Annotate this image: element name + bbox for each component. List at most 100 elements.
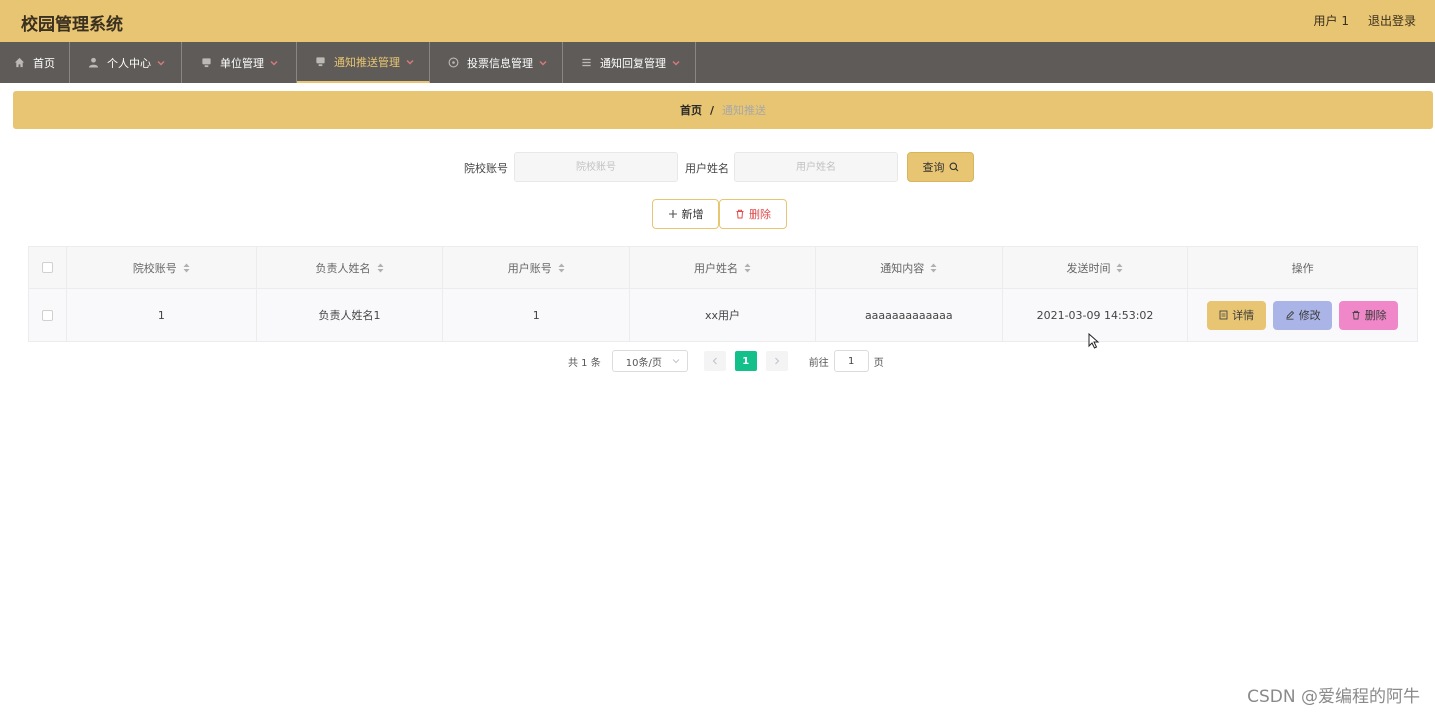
delete-button-label: 删除 (1364, 309, 1387, 322)
school-account-input[interactable] (514, 152, 678, 182)
nav-item-label: 通知推送管理 (334, 55, 400, 69)
chevron-down-icon (270, 60, 278, 66)
logout-link[interactable]: 退出登录 (1368, 12, 1416, 29)
nav-item-label: 首页 (33, 56, 55, 70)
search-icon (949, 162, 958, 172)
pagination-total: 共 1 条 (568, 357, 601, 369)
nav-item-label: 单位管理 (220, 56, 264, 70)
breadcrumb-current: 通知推送 (722, 104, 767, 117)
chevron-left-icon (712, 357, 717, 365)
trash-icon (1352, 310, 1360, 320)
user-name-input[interactable] (734, 152, 898, 182)
search-form: 院校账号 用户姓名 查询 (0, 152, 1435, 182)
nav-item-vote-info-management[interactable]: 投票信息管理 (430, 42, 563, 83)
monitor-icon (316, 57, 325, 67)
cell-manager-name: 负责人姓名1 (257, 289, 444, 341)
column-header-label: 操作 (1291, 261, 1314, 275)
chevron-down-icon (672, 60, 680, 66)
sort-icon (930, 263, 937, 272)
column-header: 操作 (1188, 247, 1417, 288)
page-size-value: 10条/页 (625, 357, 662, 369)
document-icon (1219, 310, 1228, 320)
sort-icon (183, 263, 190, 272)
trash-icon (736, 209, 744, 219)
column-header[interactable]: 用户账号 (443, 247, 631, 288)
add-button[interactable]: 新增 (652, 199, 719, 229)
breadcrumb-separator: / (709, 103, 715, 117)
notice-table: 院校账号 负责人姓名 用户账号 用户姓名 通知内容 发送时间 操作 1 负责人姓… (28, 246, 1418, 342)
table-header: 院校账号 负责人姓名 用户账号 用户姓名 通知内容 发送时间 操作 (29, 247, 1417, 289)
detail-button-label: 详情 (1232, 309, 1255, 322)
query-button[interactable]: 查询 (907, 152, 974, 182)
goto-label: 前往 (808, 357, 829, 369)
page-size-select[interactable]: 10条/页 (611, 350, 688, 372)
breadcrumb: 首页 / 通知推送 (13, 91, 1433, 129)
next-page-button[interactable] (765, 351, 788, 371)
top-header: 校园管理系统 用户 1 退出登录 (0, 0, 1435, 42)
batch-delete-label: 删除 (749, 208, 771, 221)
query-button-label: 查询 (922, 161, 945, 174)
main-nav: 首页 个人中心 单位管理 通知推送管理 投票信息管理 通知回复管理 (0, 42, 1435, 83)
breadcrumb-home[interactable]: 首页 (680, 102, 702, 118)
list-icon (582, 58, 591, 67)
watermark: CSDN @爱编程的阿牛 (1247, 687, 1420, 707)
edit-button[interactable]: 修改 (1273, 300, 1333, 330)
row-select-cell (29, 289, 67, 341)
row-actions: 详情 修改 删除 (1188, 289, 1417, 341)
plus-icon (668, 210, 677, 218)
chevron-down-icon (672, 359, 680, 364)
goto-page-input[interactable] (833, 350, 869, 372)
prev-page-button[interactable] (703, 351, 726, 371)
select-all-checkbox[interactable] (41, 262, 53, 273)
chevron-down-icon (157, 60, 165, 66)
user-name-label: 用户姓名 (685, 162, 729, 175)
nav-item-unit-management[interactable]: 单位管理 (182, 42, 297, 83)
row-checkbox[interactable] (41, 309, 53, 321)
cell-content: aaaaaaaaaaaaa (816, 289, 1003, 341)
column-header-label: 发送时间 (1066, 261, 1111, 275)
page-suffix-label: 页 (873, 357, 884, 369)
sort-icon (744, 263, 751, 272)
cell-user-name: xx用户 (630, 289, 816, 341)
nav-item-home[interactable]: 首页 (0, 42, 70, 83)
column-header-label: 用户账号 (507, 261, 552, 275)
edit-button-label: 修改 (1298, 309, 1321, 322)
sort-icon (377, 263, 384, 272)
sort-icon (558, 263, 565, 272)
home-icon (14, 57, 25, 68)
nav-item-label: 个人中心 (107, 56, 151, 70)
column-header-label: 院校账号 (132, 261, 177, 275)
current-user-label[interactable]: 用户 1 (1314, 12, 1349, 29)
column-header-label: 通知内容 (880, 261, 925, 275)
table-row: 1 负责人姓名1 1 xx用户 aaaaaaaaaaaaa 2021-03-09… (29, 289, 1417, 341)
chevron-down-icon (539, 60, 547, 66)
chevron-down-icon (406, 59, 414, 65)
cell-user-account: 1 (443, 289, 631, 341)
column-header[interactable]: 院校账号 (67, 247, 257, 288)
column-header[interactable]: 通知内容 (816, 247, 1003, 288)
nav-item-label: 通知回复管理 (600, 56, 666, 70)
cell-school-account: 1 (67, 289, 257, 341)
user-icon (88, 57, 99, 68)
nav-item-label: 投票信息管理 (467, 56, 533, 70)
nav-item-notice-reply-management[interactable]: 通知回复管理 (563, 42, 696, 83)
add-button-label: 新增 (681, 208, 704, 221)
nav-item-personal-center[interactable]: 个人中心 (70, 42, 182, 83)
dashboard-icon (448, 57, 459, 68)
column-header-label: 负责人姓名 (315, 261, 371, 275)
column-header-label: 用户姓名 (694, 261, 739, 275)
page-number[interactable]: 1 (734, 351, 757, 371)
nav-item-notice-push-management[interactable]: 通知推送管理 (297, 42, 430, 83)
pagination: 共 1 条 10条/页 1 前往 页 (568, 350, 884, 372)
delete-button[interactable]: 删除 (1339, 300, 1399, 330)
batch-delete-button[interactable]: 删除 (719, 199, 787, 229)
monitor-icon (202, 58, 211, 68)
edit-icon (1286, 310, 1294, 320)
app-title: 校园管理系统 (21, 15, 123, 35)
column-header[interactable]: 负责人姓名 (257, 247, 444, 288)
header-user-area: 用户 1 退出登录 (1314, 12, 1416, 29)
column-header[interactable]: 用户姓名 (630, 247, 816, 288)
column-header[interactable]: 发送时间 (1003, 247, 1189, 288)
detail-button[interactable]: 详情 (1207, 300, 1267, 330)
mouse-cursor-icon (1088, 333, 1100, 349)
